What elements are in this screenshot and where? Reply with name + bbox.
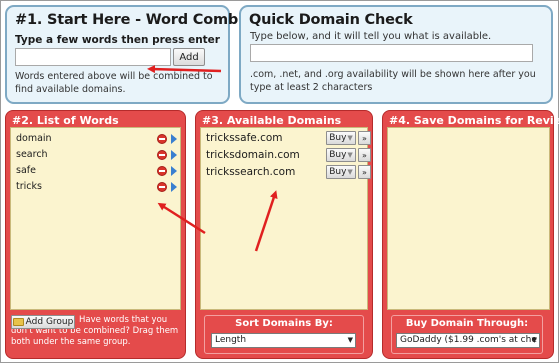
sort-domains-title: Sort Domains By: xyxy=(235,318,333,329)
buy-button[interactable]: Buy ▼ xyxy=(326,148,356,162)
word-label: domain xyxy=(16,133,52,144)
buy-through-select[interactable]: GoDaddy ($1.99 .com's at che ▼ xyxy=(396,333,540,348)
more-button[interactable]: » xyxy=(358,148,371,162)
chevron-down-icon: ▼ xyxy=(531,336,537,344)
buy-button[interactable]: Buy ▼ xyxy=(326,131,356,145)
buy-through-title: Buy Domain Through: xyxy=(405,318,529,329)
word-label: safe xyxy=(16,165,36,176)
save-domains-panel: #4. Save Domains for Review Buy Domain T… xyxy=(382,110,559,359)
word-item[interactable]: domain xyxy=(16,132,178,146)
arrow-right-icon[interactable] xyxy=(171,166,177,176)
add-group-button[interactable]: Add Group xyxy=(11,315,75,329)
chevron-down-icon: ▼ xyxy=(347,168,353,176)
domain-item[interactable]: trickssafe.com Buy ▼ » xyxy=(206,131,371,146)
word-combiner-subtitle: Type a few words then press enter xyxy=(15,34,220,46)
words-input[interactable] xyxy=(15,48,171,66)
word-combiner-note: Words entered above will be combined to … xyxy=(15,71,213,95)
available-domains-title: #3. Available Domains xyxy=(202,114,342,127)
quick-check-title: Quick Domain Check xyxy=(249,12,413,28)
quick-check-description: Type below, and it will tell you what is… xyxy=(250,31,492,42)
domain-name: tricksdomain.com xyxy=(206,149,300,161)
buy-label: Buy xyxy=(329,150,347,160)
available-domains-panel: #3. Available Domains trickssafe.com Buy… xyxy=(195,110,373,359)
word-label: tricks xyxy=(16,181,42,192)
sort-domains-select[interactable]: Length ▼ xyxy=(211,333,356,348)
remove-circle-icon[interactable] xyxy=(157,134,167,144)
remove-circle-icon[interactable] xyxy=(157,150,167,160)
word-combiner-box: #1. Start Here - Word Combiner Type a fe… xyxy=(5,5,270,104)
remove-circle-icon[interactable] xyxy=(157,182,167,192)
buy-button[interactable]: Buy ▼ xyxy=(326,165,356,179)
domain-item[interactable]: trickssearch.com Buy ▼ » xyxy=(206,165,371,180)
word-list: domain search safe tricks xyxy=(10,127,181,310)
word-item[interactable]: tricks xyxy=(16,180,178,194)
list-of-words-title: #2. List of Words xyxy=(12,114,119,127)
quick-check-input[interactable] xyxy=(250,44,533,62)
sort-domains-value: Length xyxy=(215,335,247,345)
buy-label: Buy xyxy=(329,133,347,143)
buy-through-section: Buy Domain Through: GoDaddy ($1.99 .com'… xyxy=(391,315,543,354)
word-label: search xyxy=(16,149,48,160)
more-button[interactable]: » xyxy=(358,131,371,145)
list-of-words-panel: #2. List of Words domain search safe tri… xyxy=(5,110,186,359)
remove-circle-icon[interactable] xyxy=(157,166,167,176)
domain-item[interactable]: tricksdomain.com Buy ▼ » xyxy=(206,148,371,163)
folder-icon xyxy=(12,318,24,326)
word-item[interactable]: safe xyxy=(16,164,178,178)
chevron-down-icon: ▼ xyxy=(347,336,353,344)
chevron-down-icon: ▼ xyxy=(347,134,353,142)
word-item[interactable]: search xyxy=(16,148,178,162)
arrow-right-icon[interactable] xyxy=(171,182,177,192)
buy-through-value: GoDaddy ($1.99 .com's at che xyxy=(400,335,537,345)
app-frame: #1. Start Here - Word Combiner Type a fe… xyxy=(0,0,559,363)
quick-domain-check-box: Quick Domain Check Type below, and it wi… xyxy=(239,5,553,104)
arrow-right-icon[interactable] xyxy=(171,150,177,160)
add-word-button[interactable]: Add xyxy=(173,48,205,66)
arrow-right-icon[interactable] xyxy=(171,134,177,144)
buy-label: Buy xyxy=(329,167,347,177)
saved-domains-list[interactable] xyxy=(387,127,550,310)
more-button[interactable]: » xyxy=(358,165,371,179)
sort-domains-section: Sort Domains By: Length ▼ xyxy=(204,315,364,354)
domain-name: trickssearch.com xyxy=(206,166,296,178)
chevron-down-icon: ▼ xyxy=(347,151,353,159)
domain-list: trickssafe.com Buy ▼ » tricksdomain.com B… xyxy=(200,127,371,310)
quick-check-note: .com, .net, and .org availability will b… xyxy=(250,69,536,93)
add-group-label: Add Group xyxy=(25,317,74,327)
save-domains-title: #4. Save Domains for Review xyxy=(389,114,559,127)
domain-name: trickssafe.com xyxy=(206,132,283,144)
word-combiner-title: #1. Start Here - Word Combiner xyxy=(15,12,270,28)
